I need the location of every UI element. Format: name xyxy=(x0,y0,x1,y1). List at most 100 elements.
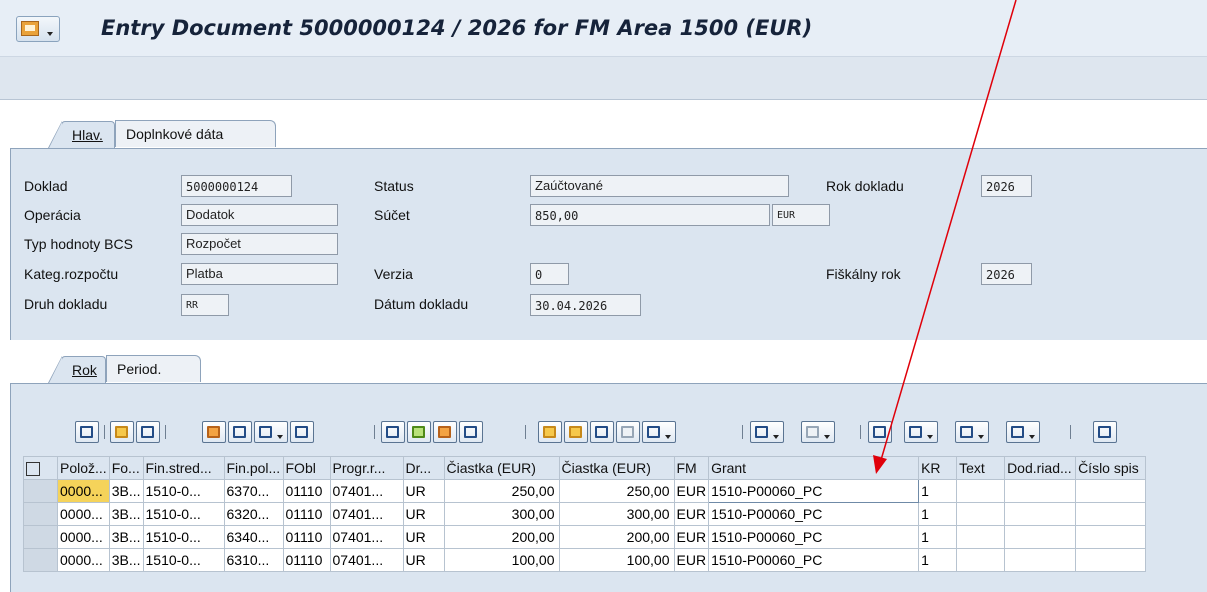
table-cell[interactable]: 300,00 xyxy=(558,502,675,526)
table-cell[interactable]: EUR xyxy=(673,479,710,503)
table-cell[interactable]: 1510-0... xyxy=(142,525,225,549)
table-cell[interactable]: UR xyxy=(402,502,445,526)
column-header[interactable]: KR xyxy=(918,456,958,480)
column-header[interactable]: FM xyxy=(673,456,710,480)
table-row[interactable]: 0000... 3B... 1510-0... 6310... 01110 07… xyxy=(23,548,1147,572)
table-cell[interactable]: 1 xyxy=(918,479,958,503)
doklad-field[interactable]: 5000000124 xyxy=(181,175,292,197)
table-cell[interactable]: 200,00 xyxy=(558,525,675,549)
table-cell[interactable] xyxy=(1004,479,1077,503)
views-icon[interactable] xyxy=(904,421,938,443)
column-header[interactable]: Grant xyxy=(708,456,920,480)
tab-hlav[interactable]: Hlav. xyxy=(48,121,115,149)
layout-icon[interactable] xyxy=(1006,421,1040,443)
table-cell[interactable]: UR xyxy=(402,479,445,503)
column-header[interactable]: Progr.r... xyxy=(329,456,404,480)
table-cell[interactable] xyxy=(956,479,1006,503)
copy-icon[interactable] xyxy=(228,421,252,443)
table-cell[interactable]: 3B... xyxy=(108,502,144,526)
column-header[interactable]: Fin.stred... xyxy=(142,456,225,480)
table-cell[interactable]: 07401... xyxy=(329,548,404,572)
column-header[interactable]: Fo... xyxy=(108,456,144,480)
table-cell[interactable]: 01110 xyxy=(282,548,331,572)
table-cell[interactable]: 1 xyxy=(918,525,958,549)
details-icon[interactable] xyxy=(75,421,99,443)
table-cell[interactable]: 01110 xyxy=(282,479,331,503)
table-cell[interactable] xyxy=(1004,525,1077,549)
find-icon[interactable] xyxy=(590,421,614,443)
table-cell[interactable]: 100,00 xyxy=(558,548,675,572)
change-display-icon[interactable] xyxy=(110,421,134,443)
tab-rok[interactable]: Rok xyxy=(48,356,106,384)
table-cell[interactable]: 6320... xyxy=(223,502,284,526)
row-selector[interactable] xyxy=(23,502,58,526)
insert-row-icon[interactable] xyxy=(407,421,431,443)
table-cell[interactable]: 07401... xyxy=(329,525,404,549)
table-cell[interactable]: 0000... xyxy=(57,479,110,503)
table-cell[interactable]: EUR xyxy=(673,502,710,526)
column-header[interactable]: Čiastka (EUR) xyxy=(558,456,675,480)
druh-dokladu-field[interactable]: RR xyxy=(181,294,229,316)
table-row[interactable]: 0000... 3B... 1510-0... 6340... 01110 07… xyxy=(23,525,1147,549)
operacia-field[interactable]: Dodatok xyxy=(181,204,338,226)
tab-period[interactable]: Period. xyxy=(106,355,201,382)
row-selector[interactable] xyxy=(23,525,58,549)
table-cell[interactable] xyxy=(1075,548,1147,572)
sucet-field[interactable]: 850,00 xyxy=(530,204,770,226)
table-cell[interactable]: UR xyxy=(402,548,445,572)
sort-descending-icon[interactable] xyxy=(564,421,588,443)
table-cell[interactable]: 300,00 xyxy=(443,502,560,526)
table-cell[interactable]: 250,00 xyxy=(443,479,560,503)
undo-icon[interactable] xyxy=(290,421,314,443)
table-cell[interactable]: 3B... xyxy=(108,525,144,549)
table-cell[interactable]: 0000... xyxy=(57,525,110,549)
table-cell[interactable]: 6340... xyxy=(223,525,284,549)
grant-input[interactable]: 1510-P00060_PC xyxy=(708,479,920,503)
row-selector[interactable] xyxy=(23,479,58,503)
table-cell[interactable] xyxy=(1075,525,1147,549)
table-cell[interactable]: 0000... xyxy=(57,548,110,572)
table-cell[interactable]: EUR xyxy=(673,548,710,572)
datum-dokladu-field[interactable]: 30.04.2026 xyxy=(530,294,641,316)
paste-icon[interactable] xyxy=(254,421,288,443)
table-cell[interactable]: 3B... xyxy=(108,479,144,503)
duplicate-row-icon[interactable] xyxy=(459,421,483,443)
status-field[interactable]: Zaúčtované xyxy=(530,175,789,197)
table-cell[interactable]: 1510-0... xyxy=(142,548,225,572)
column-header[interactable]: Dr... xyxy=(402,456,445,480)
table-cell[interactable]: 200,00 xyxy=(443,525,560,549)
table-cell[interactable]: 1510-P00060_PC xyxy=(708,548,920,572)
sum-icon[interactable] xyxy=(750,421,784,443)
column-header[interactable]: FObl xyxy=(282,456,331,480)
table-cell[interactable] xyxy=(1075,502,1147,526)
table-settings-icon[interactable] xyxy=(26,461,40,476)
table-cell[interactable]: 1510-0... xyxy=(142,479,225,503)
fiskalny-rok-field[interactable]: 2026 xyxy=(981,263,1032,285)
table-cell[interactable]: 1510-P00060_PC xyxy=(708,525,920,549)
table-cell[interactable] xyxy=(1004,502,1077,526)
table-cell[interactable] xyxy=(956,502,1006,526)
info-icon[interactable] xyxy=(1093,421,1117,443)
table-cell[interactable]: 07401... xyxy=(329,479,404,503)
tab-doplnkove-data[interactable]: Doplnkové dáta xyxy=(115,120,276,147)
typ-hodnoty-field[interactable]: Rozpočet xyxy=(181,233,338,255)
table-cell[interactable]: 3B... xyxy=(108,548,144,572)
table-cell[interactable]: 100,00 xyxy=(443,548,560,572)
verzia-field[interactable]: 0 xyxy=(530,263,569,285)
table-cell[interactable]: 1510-0... xyxy=(142,502,225,526)
table-cell[interactable] xyxy=(956,525,1006,549)
sort-ascending-icon[interactable] xyxy=(538,421,562,443)
delete-row-icon[interactable] xyxy=(433,421,457,443)
column-header[interactable]: Číslo spis xyxy=(1075,456,1147,480)
filter-icon[interactable] xyxy=(642,421,676,443)
table-cell[interactable]: 01110 xyxy=(282,525,331,549)
column-header[interactable]: Čiastka (EUR) xyxy=(443,456,560,480)
rok-dokladu-field[interactable]: 2026 xyxy=(981,175,1032,197)
table-row[interactable]: 0000... 3B... 1510-0... 6370... 01110 07… xyxy=(23,479,1147,503)
sucet-currency-field[interactable]: EUR xyxy=(772,204,830,226)
table-cell[interactable] xyxy=(956,548,1006,572)
system-menu-button[interactable] xyxy=(16,16,60,42)
kateg-rozpoctu-field[interactable]: Platba xyxy=(181,263,338,285)
refresh-icon[interactable] xyxy=(136,421,160,443)
table-row[interactable]: 0000... 3B... 1510-0... 6320... 01110 07… xyxy=(23,502,1147,526)
